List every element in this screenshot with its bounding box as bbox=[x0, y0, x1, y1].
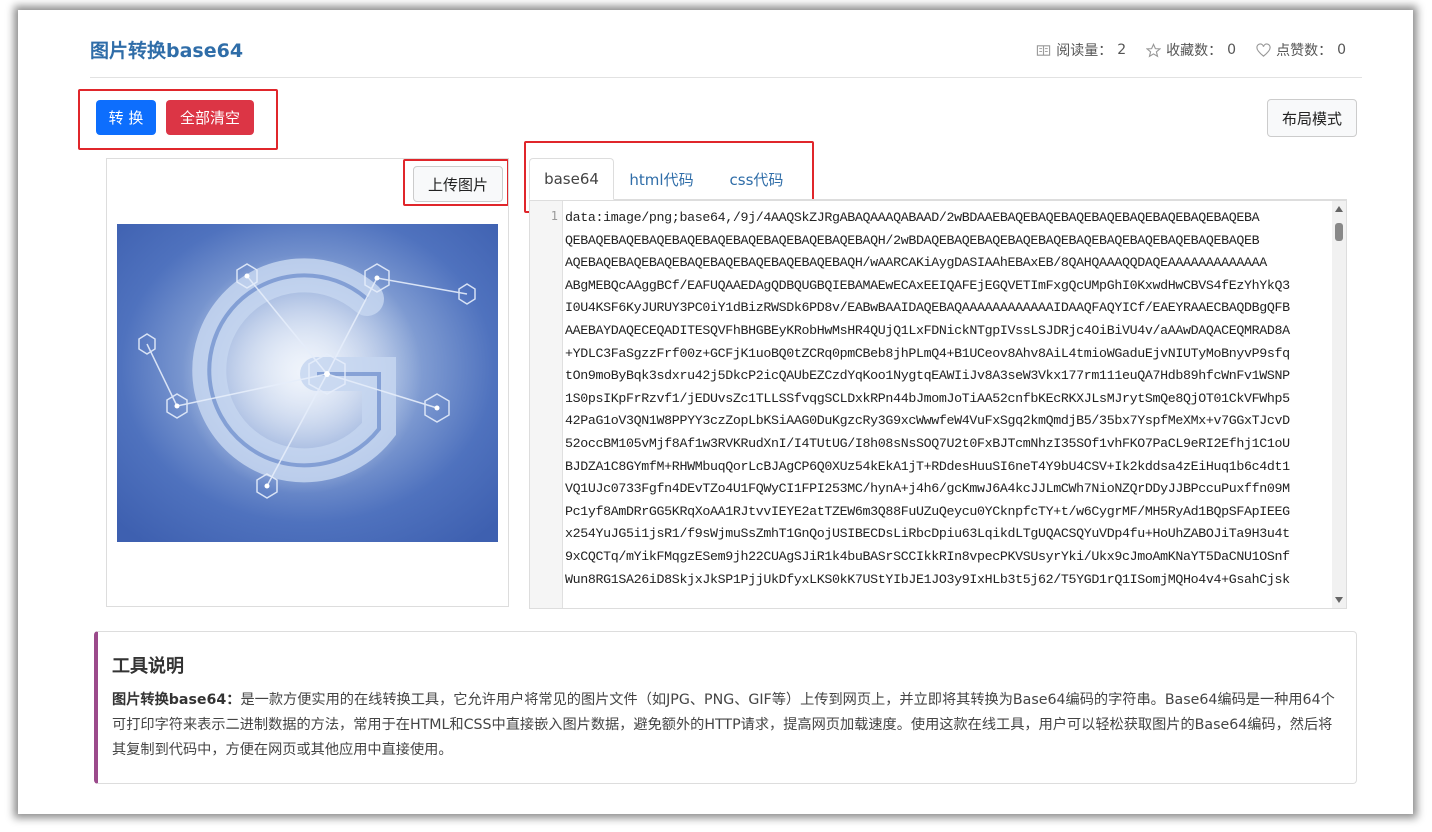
code-line: 52occBM105vMjf8Af1w3RVKRudXnI/I4TUtUG/I8… bbox=[565, 435, 1290, 451]
favorite-count[interactable]: 收藏数： 0 bbox=[1146, 40, 1236, 60]
code-line: BJDZA1C8GYmfM+RHWMbuqQorLcBJAgCP6Q0XUz54… bbox=[565, 458, 1290, 474]
read-icon bbox=[1037, 44, 1051, 56]
convert-button[interactable]: 转 换 bbox=[96, 100, 156, 135]
code-line: 9xCQCTq/mYikFMqgzESem9jh22CUAgSJiR1k4buB… bbox=[565, 548, 1290, 564]
code-line: AQEBAQEBAQEBAQEBAQEBAQEBAQEBAQEBAQEBAQH/… bbox=[565, 255, 1267, 271]
like-label: 点赞数： bbox=[1276, 43, 1333, 59]
code-line: 42PaG1oV3QN1W8PPYY3czZopLbKSiAAG0DuKgzcR… bbox=[565, 413, 1290, 429]
code-line: VQ1UJc0733Fgfn4DEvTZo4U1FQWyCI1FPI253MC/… bbox=[565, 481, 1290, 497]
like-count[interactable]: 点赞数： 0 bbox=[1256, 40, 1346, 60]
heart-icon bbox=[1256, 42, 1271, 57]
like-value: 0 bbox=[1337, 42, 1346, 58]
code-line: I0U4KSF6KyJURUY3PC0iY1dBizRWSDk6PD8v/EAB… bbox=[565, 300, 1290, 316]
tab-html-code[interactable]: html代码 bbox=[619, 158, 704, 200]
page-title: 图片转换base64 bbox=[90, 40, 244, 62]
line-number-gutter: 1 bbox=[530, 201, 563, 608]
code-line: 1S0psIKpFrRzvf1/jEDUvsZc1TLLSSfvqgSCLDxk… bbox=[565, 390, 1290, 406]
scroll-up-arrow-icon[interactable] bbox=[1335, 206, 1343, 212]
tab-base64[interactable]: base64 bbox=[529, 158, 614, 200]
code-line: tOn9moByBqk3sdxru42j5DkcP2icQAUbEZCzdYqK… bbox=[565, 368, 1290, 384]
code-line: QEBAQEBAQEBAQEBAQEBAQEBAQEBAQEBAQEBAQEBA… bbox=[565, 232, 1260, 248]
code-line: data:image/png;base64,/9j/4AAQSkZJRgABAQ… bbox=[565, 210, 1260, 225]
editor-scrollbar[interactable] bbox=[1332, 201, 1346, 608]
clear-all-button[interactable]: 全部清空 bbox=[166, 100, 254, 135]
scroll-thumb[interactable] bbox=[1335, 223, 1343, 241]
page-stats: 阅读量： 2 收藏数： 0 点赞数： 0 bbox=[1036, 40, 1346, 60]
read-count: 阅读量： 2 bbox=[1036, 40, 1126, 60]
favorite-value: 0 bbox=[1227, 42, 1237, 58]
upload-image-button[interactable]: 上传图片 bbox=[413, 166, 503, 202]
line-number: 1 bbox=[550, 209, 558, 223]
base64-output-text[interactable]: data:image/png;base64,/9j/4AAQSkZJRgABAQ… bbox=[565, 207, 1327, 591]
description-lead: 图片转换base64： bbox=[112, 692, 241, 708]
code-line: +YDLC3FaSgzzFrf00z+GCFjK1uoBQ0tZCRq0pmCB… bbox=[565, 345, 1290, 361]
code-line: ABgMEBQcAAggBCf/EAFUQAAEDAgQDBQUGBQIEBAM… bbox=[565, 277, 1290, 293]
tool-description: 工具说明 图片转换base64：是一款方便实用的在线转换工具，它允许用户将常见的… bbox=[94, 631, 1357, 784]
read-value: 2 bbox=[1117, 42, 1127, 58]
code-line: Wun8RG1SA26iD8SkjxJkSP1PjjUkDfyxLKS0kK7U… bbox=[565, 571, 1290, 587]
description-body: 是一款方便实用的在线转换工具，它允许用户将常见的图片文件（如JPG、PNG、GI… bbox=[112, 692, 1335, 758]
tab-css-code[interactable]: css代码 bbox=[714, 158, 799, 200]
description-text: 图片转换base64：是一款方便实用的在线转换工具，它允许用户将常见的图片文件（… bbox=[112, 688, 1344, 763]
scroll-down-arrow-icon[interactable] bbox=[1335, 597, 1343, 603]
description-title: 工具说明 bbox=[112, 656, 184, 677]
image-preview bbox=[117, 224, 498, 542]
code-line: x254YuJG5i1jsR1/f9sWjmuSsZmhT1GnQojUSIBE… bbox=[565, 526, 1290, 542]
code-line: Pc1yf8AmDRrGG5KRqXoAA1RJtvvIEYE2atTZEW6m… bbox=[565, 503, 1290, 519]
header-divider bbox=[90, 77, 1362, 78]
read-label: 阅读量： bbox=[1056, 43, 1113, 59]
output-tabs: base64 html代码 css代码 bbox=[529, 158, 1347, 200]
code-line: AAEBAYDAQECEQADITESQVFhBHGBEyKRobHwMsHR4… bbox=[565, 322, 1290, 338]
base64-output-editor[interactable]: 1 data:image/png;base64,/9j/4AAQSkZJRgAB… bbox=[529, 200, 1347, 609]
favorite-label: 收藏数： bbox=[1166, 43, 1223, 59]
star-icon bbox=[1146, 42, 1162, 57]
layout-mode-button[interactable]: 布局模式 bbox=[1267, 99, 1357, 137]
